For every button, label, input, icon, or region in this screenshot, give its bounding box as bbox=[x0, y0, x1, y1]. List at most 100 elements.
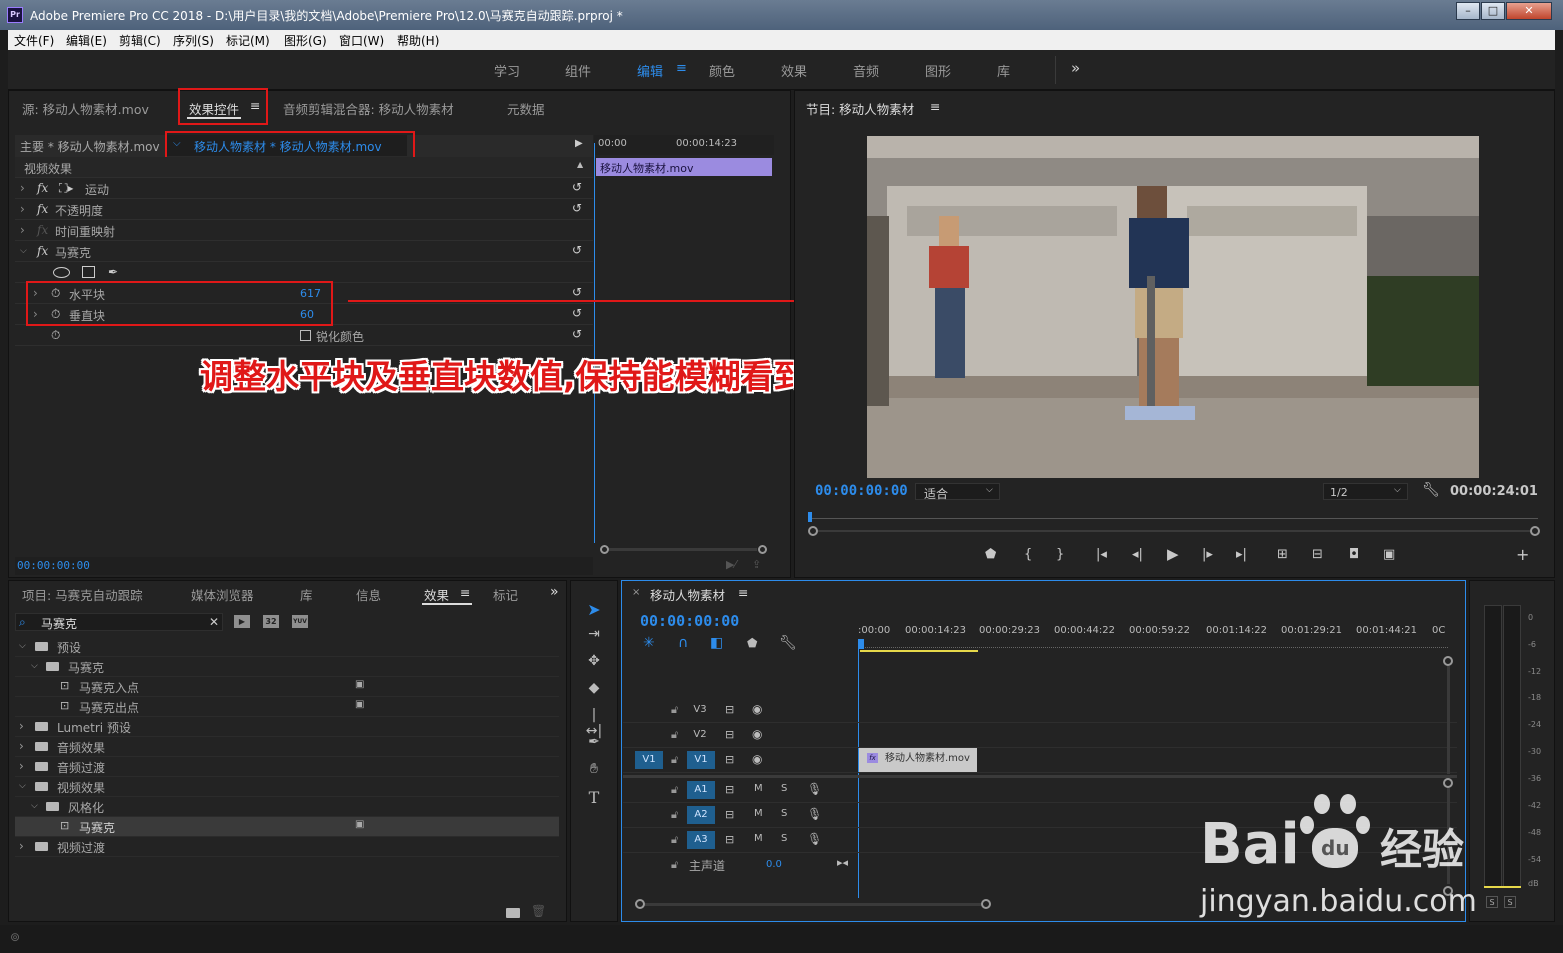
export-icon[interactable]: ⇪ bbox=[752, 558, 761, 571]
mute-button[interactable]: M bbox=[754, 833, 763, 844]
mute-button[interactable]: M bbox=[754, 808, 763, 819]
program-video-frame[interactable] bbox=[867, 136, 1479, 478]
maximize-icon[interactable]: □ bbox=[1481, 2, 1505, 20]
effect-row-mosaic[interactable]: ⌵ fx 马赛克 bbox=[15, 241, 593, 262]
track-v3[interactable]: 🔓︎ V3 ⊟ ◉ bbox=[623, 698, 1457, 723]
source-patch-v1[interactable]: V1 bbox=[635, 751, 663, 769]
effect-controls-timecode[interactable]: 00:00:00:00 bbox=[17, 559, 90, 572]
chevron-down-icon[interactable]: ⌵ bbox=[19, 641, 26, 651]
collapse-icon[interactable]: ▲ bbox=[577, 160, 583, 169]
nest-icon[interactable]: ✳ bbox=[643, 635, 655, 651]
close-tab-icon[interactable]: × bbox=[632, 587, 640, 598]
workspace-editing[interactable]: 编辑 bbox=[637, 61, 663, 80]
step-forward-icon[interactable]: |▸ bbox=[1202, 547, 1213, 562]
camera-icon[interactable]: ◘ bbox=[1349, 547, 1359, 562]
tab-project[interactable]: 项目: 马赛克自动跟踪 bbox=[22, 585, 143, 604]
effect-row-motion[interactable]: › fx ⛶▸ 运动 bbox=[15, 178, 593, 199]
microphone-icon[interactable]: 🎙︎ bbox=[807, 782, 822, 796]
program-playhead[interactable] bbox=[808, 512, 812, 522]
menu-graphics[interactable]: 图形(G) bbox=[284, 32, 327, 49]
lift-icon[interactable]: ⊞ bbox=[1277, 547, 1288, 562]
track-a1[interactable]: 🔓︎ A1 ⊟ M S 🎙︎ bbox=[623, 778, 1457, 803]
play-only-icon[interactable]: ▶ bbox=[575, 138, 583, 149]
razor-tool-icon[interactable]: ◆ bbox=[584, 680, 604, 700]
chevron-right-icon[interactable]: › bbox=[19, 739, 24, 753]
add-marker-icon[interactable]: ⬟ bbox=[747, 636, 757, 650]
workspace-color[interactable]: 颜色 bbox=[709, 61, 735, 80]
more-panels-icon[interactable]: » bbox=[550, 584, 559, 600]
tree-item-selected[interactable]: ⊡ 马赛克 ▣ bbox=[15, 817, 559, 837]
track-label[interactable]: A2 bbox=[687, 806, 715, 824]
reset-icon[interactable]: ↺ bbox=[572, 201, 582, 215]
chevron-right-icon[interactable]: › bbox=[19, 839, 24, 853]
menu-clip[interactable]: 剪辑(C) bbox=[119, 32, 161, 49]
new-bin-icon[interactable] bbox=[506, 908, 520, 918]
program-ruler[interactable] bbox=[808, 512, 1538, 526]
add-marker-icon[interactable]: ⬟ bbox=[985, 547, 996, 562]
mini-ruler[interactable]: 00:00 00:00:14:23 bbox=[594, 135, 774, 155]
reset-icon[interactable]: ↺ bbox=[572, 180, 582, 194]
wrench-icon[interactable]: 🔧︎ bbox=[779, 635, 797, 651]
chevron-right-icon[interactable]: › bbox=[19, 719, 24, 733]
mini-clip-bar[interactable]: 移动人物素材.mov bbox=[596, 158, 772, 176]
type-tool-icon[interactable]: T bbox=[584, 788, 604, 808]
step-back-icon[interactable]: ◂| bbox=[1132, 547, 1143, 562]
render-icon[interactable]: ▶⁄ bbox=[726, 558, 736, 571]
track-label[interactable]: V3 bbox=[690, 701, 710, 719]
effects-search-box[interactable]: ⌕ 马赛克 ✕ bbox=[15, 613, 223, 631]
menu-sequence[interactable]: 序列(S) bbox=[173, 32, 214, 49]
timeline-ruler[interactable]: :00:00 00:00:14:23 00:00:29:23 00:00:44:… bbox=[858, 622, 1448, 654]
go-to-point-icon[interactable]: ▸◂ bbox=[837, 856, 848, 869]
fx-icon[interactable]: fx bbox=[37, 181, 48, 195]
lock-icon[interactable]: 🔓︎ bbox=[671, 858, 678, 872]
param-row-sharpen[interactable]: ⏱ 锐化颜色 bbox=[15, 325, 593, 346]
tree-item[interactable]: › 音频效果 bbox=[15, 737, 559, 757]
master-clip-label[interactable]: 主要 * 移动人物素材.mov bbox=[20, 138, 160, 155]
accelerated-effects-icon[interactable]: ▶ bbox=[234, 615, 250, 628]
program-timecode[interactable]: 00:00:00:00 bbox=[815, 483, 908, 499]
yuv-effects-icon[interactable]: YUV bbox=[292, 615, 308, 628]
search-input[interactable]: 马赛克 bbox=[41, 615, 77, 632]
sync-lock-icon[interactable]: ⊟ bbox=[725, 808, 734, 821]
workspace-assembly[interactable]: 组件 bbox=[565, 61, 591, 80]
tab-libraries[interactable]: 库 bbox=[300, 585, 313, 604]
menu-file[interactable]: 文件(F) bbox=[14, 32, 54, 49]
tree-item[interactable]: › 音频过渡 bbox=[15, 757, 559, 777]
minimize-icon[interactable]: – bbox=[1456, 2, 1480, 20]
play-icon[interactable]: ▶ bbox=[1167, 545, 1179, 563]
mark-in-icon[interactable]: { bbox=[1024, 547, 1032, 562]
menu-marker[interactable]: 标记(M) bbox=[226, 32, 270, 49]
fx-icon[interactable]: fx bbox=[37, 202, 48, 216]
close-icon[interactable]: ✕ bbox=[1506, 2, 1552, 20]
track-label[interactable]: A1 bbox=[687, 781, 715, 799]
effect-row-opacity[interactable]: › fx 不透明度 bbox=[15, 199, 593, 220]
tab-audio-clip-mixer[interactable]: 音频剪辑混合器: 移动人物素材 bbox=[283, 99, 454, 118]
chevron-down-icon[interactable]: ⌵ bbox=[31, 801, 38, 811]
work-area-bar[interactable] bbox=[860, 650, 978, 652]
clear-search-icon[interactable]: ✕ bbox=[209, 615, 219, 629]
delete-icon[interactable]: 🗑︎ bbox=[531, 904, 546, 918]
workspace-learn[interactable]: 学习 bbox=[494, 61, 520, 80]
tree-item[interactable]: ⌵ 风格化 bbox=[15, 797, 559, 817]
sharpen-checkbox[interactable] bbox=[300, 330, 311, 341]
microphone-icon[interactable]: 🎙︎ bbox=[807, 832, 822, 846]
sync-lock-icon[interactable]: ⊟ bbox=[725, 728, 734, 741]
tree-item[interactable]: ⌵ 马赛克 bbox=[15, 657, 559, 677]
lock-icon[interactable]: 🔓︎ bbox=[671, 808, 678, 822]
solo-right-button[interactable]: S bbox=[1504, 896, 1516, 908]
ripple-edit-tool-icon[interactable]: ✥ bbox=[584, 653, 604, 673]
timeline-vertical-scroll[interactable] bbox=[1443, 656, 1453, 896]
mute-button[interactable]: M bbox=[754, 783, 763, 794]
slip-tool-icon[interactable]: |↔| bbox=[584, 707, 604, 739]
creative-cloud-icon[interactable]: ⊚ bbox=[10, 930, 20, 944]
tree-item[interactable]: ⊡ 马赛克出点 ▣ bbox=[15, 697, 559, 717]
solo-button[interactable]: S bbox=[781, 783, 787, 794]
lock-icon[interactable]: 🔓︎ bbox=[671, 783, 678, 797]
linked-selection-icon[interactable]: ◧ bbox=[710, 635, 723, 651]
rectangle-mask-icon[interactable] bbox=[82, 266, 95, 278]
timeline-horizontal-scroll[interactable] bbox=[635, 899, 992, 909]
mini-playhead[interactable] bbox=[594, 143, 595, 543]
compare-view-icon[interactable]: ▣ bbox=[1383, 547, 1395, 562]
solo-button[interactable]: S bbox=[781, 808, 787, 819]
snap-magnet-icon[interactable]: ∩ bbox=[678, 635, 688, 651]
